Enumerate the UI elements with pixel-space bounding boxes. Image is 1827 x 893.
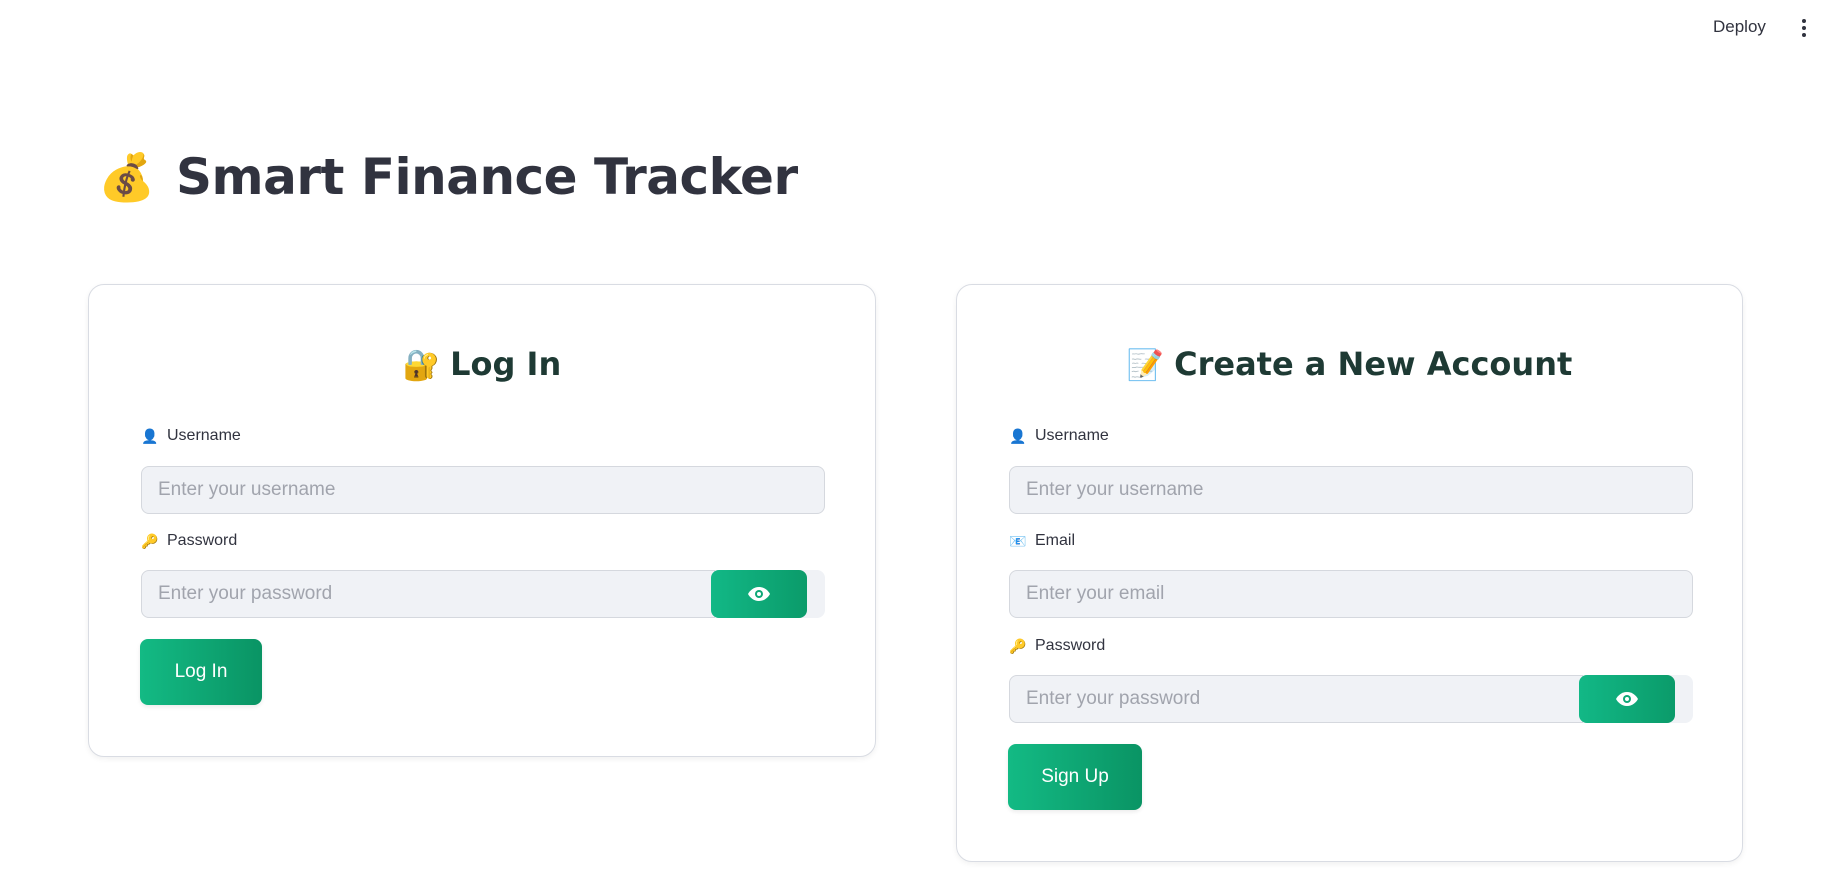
signup-heading: 📝 Create a New Account bbox=[957, 345, 1742, 383]
signup-card: 📝 Create a New Account 👤 Username 📧 Email… bbox=[956, 284, 1743, 862]
page-title: 💰 Smart Finance Tracker bbox=[98, 148, 798, 206]
login-password-label: 🔑 Password bbox=[141, 532, 237, 550]
user-icon: 👤 bbox=[141, 427, 159, 444]
signup-password-label-text: Password bbox=[1035, 637, 1106, 654]
login-heading: 🔐 Log In bbox=[89, 345, 875, 383]
signup-password-input[interactable] bbox=[1009, 675, 1583, 723]
login-heading-text: Log In bbox=[450, 345, 562, 383]
lock-key-icon: 🔐 bbox=[402, 348, 441, 383]
signup-email-input[interactable] bbox=[1009, 570, 1693, 618]
signup-email-label-text: Email bbox=[1035, 532, 1076, 549]
vertical-dots-icon[interactable] bbox=[1801, 19, 1807, 39]
login-password-label-text: Password bbox=[167, 532, 238, 549]
memo-icon: 📝 bbox=[1126, 348, 1165, 383]
user-icon: 👤 bbox=[1009, 427, 1027, 444]
signup-button[interactable]: Sign Up bbox=[1008, 744, 1142, 810]
page-title-text: Smart Finance Tracker bbox=[176, 148, 798, 206]
email-icon: 📧 bbox=[1009, 532, 1027, 549]
signup-username-input[interactable] bbox=[1009, 466, 1693, 514]
signup-show-password-button[interactable] bbox=[1579, 675, 1675, 723]
signup-heading-text: Create a New Account bbox=[1174, 345, 1573, 383]
login-show-password-button[interactable] bbox=[711, 570, 807, 618]
eye-icon bbox=[1616, 692, 1638, 706]
signup-username-label: 👤 Username bbox=[1009, 427, 1109, 445]
login-button[interactable]: Log In bbox=[140, 639, 262, 705]
key-icon: 🔑 bbox=[1009, 637, 1027, 654]
signup-password-label: 🔑 Password bbox=[1009, 637, 1105, 655]
eye-icon bbox=[748, 587, 770, 601]
key-icon: 🔑 bbox=[141, 532, 159, 549]
deploy-button[interactable]: Deploy bbox=[1713, 17, 1766, 37]
signup-password-field bbox=[1009, 675, 1693, 723]
login-password-field bbox=[141, 570, 825, 618]
login-card: 🔐 Log In 👤 Username 🔑 Password Log In bbox=[88, 284, 876, 757]
money-bag-icon: 💰 bbox=[98, 149, 155, 204]
signup-username-label-text: Username bbox=[1035, 427, 1109, 444]
login-password-input[interactable] bbox=[141, 570, 715, 618]
app-header: Deploy bbox=[0, 0, 1827, 56]
login-username-input[interactable] bbox=[141, 466, 825, 514]
login-username-label-text: Username bbox=[167, 427, 241, 444]
signup-email-label: 📧 Email bbox=[1009, 532, 1075, 550]
login-username-label: 👤 Username bbox=[141, 427, 241, 445]
